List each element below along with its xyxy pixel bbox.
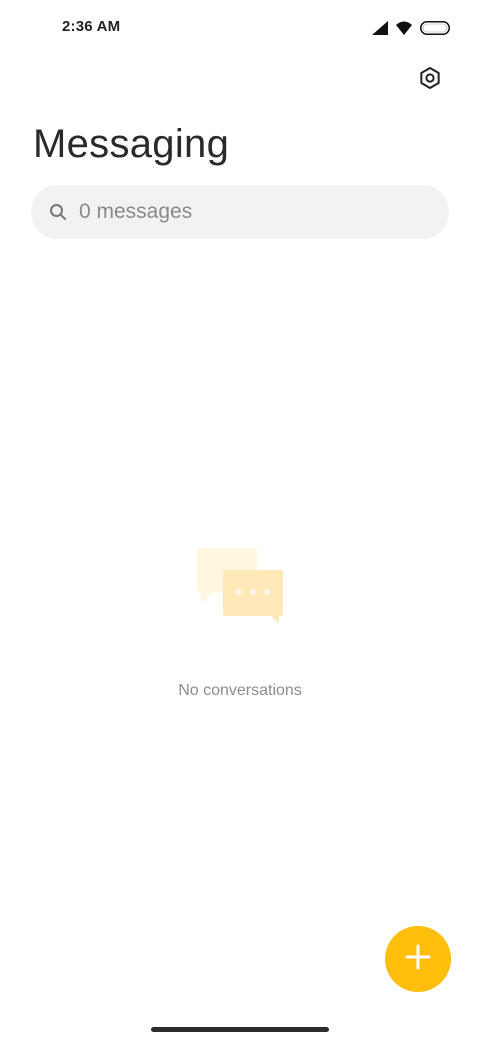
settings-button[interactable] bbox=[414, 64, 446, 96]
battery-icon bbox=[420, 21, 450, 35]
search-icon bbox=[49, 203, 67, 221]
status-icons bbox=[372, 18, 450, 38]
new-conversation-button[interactable] bbox=[385, 926, 451, 992]
gear-icon bbox=[418, 66, 442, 95]
status-bar: 2:36 AM bbox=[0, 0, 480, 56]
signal-icon bbox=[372, 21, 388, 35]
status-time: 2:36 AM bbox=[62, 18, 121, 35]
page-title: Messaging bbox=[33, 122, 230, 166]
home-indicator[interactable] bbox=[151, 1027, 329, 1032]
search-bar[interactable] bbox=[31, 185, 449, 239]
chat-bubbles-icon bbox=[195, 546, 287, 628]
wifi-icon bbox=[396, 21, 412, 35]
search-input[interactable] bbox=[79, 200, 399, 224]
plus-icon bbox=[404, 943, 432, 976]
empty-state-text: No conversations bbox=[178, 682, 302, 699]
